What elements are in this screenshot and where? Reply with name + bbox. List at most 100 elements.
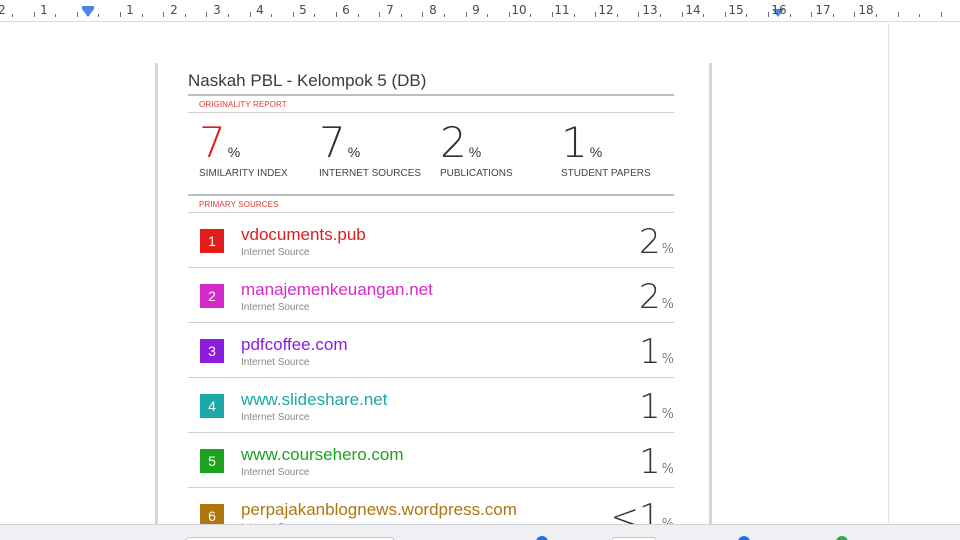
ruler-number: 2 (170, 3, 178, 17)
ruler-tick (336, 12, 337, 17)
source-row[interactable]: 4 www.slideshare.net Internet Source 1% (188, 378, 674, 433)
ruler-tick (34, 12, 35, 17)
ruler-tick (98, 14, 99, 17)
ruler-tick (185, 14, 186, 17)
source-type: Internet Source (241, 412, 310, 423)
ruler-tick (120, 12, 121, 17)
ruler-tick (422, 12, 423, 17)
source-percent: 1% (639, 388, 674, 434)
source-percent-value: 1 (639, 387, 661, 427)
source-percent: 1% (639, 443, 674, 489)
ruler-tick (617, 14, 618, 17)
originality-report: Naskah PBL - Kelompok 5 (DB) ORIGINALITY… (188, 63, 674, 524)
ruler-number: 12 (598, 3, 614, 17)
source-list: 1 vdocuments.pub Internet Source 2% 2 ma… (188, 213, 674, 524)
ruler-number: 9 (472, 3, 480, 17)
ruler-tick (682, 12, 683, 17)
source-name-link[interactable]: www.coursehero.com (241, 445, 404, 465)
stat-value: 2 (440, 118, 467, 167)
ruler-tick (163, 12, 164, 17)
ruler-number: 15 (728, 3, 744, 17)
stat-caption: PUBLICATIONS (440, 168, 513, 179)
ruler-tick (55, 14, 56, 17)
source-rank-badge: 5 (200, 449, 224, 473)
source-percent-sign: % (661, 352, 674, 367)
taskbar-app-icon[interactable] (836, 536, 848, 540)
source-row[interactable]: 2 manajemenkeuangan.net Internet Source … (188, 268, 674, 323)
ruler-number: 13 (642, 3, 658, 17)
ruler-number: 2 (0, 3, 6, 17)
source-type: Internet Source (241, 247, 310, 258)
source-name-link[interactable]: manajemenkeuangan.net (241, 280, 433, 300)
ruler-number: 17 (815, 3, 831, 17)
ruler-tick (487, 14, 488, 17)
ruler-tick (466, 12, 467, 17)
source-rank-badge: 2 (200, 284, 224, 308)
ruler-number: 18 (858, 3, 874, 17)
stat-caption: INTERNET SOURCES (319, 168, 422, 179)
source-row[interactable]: 3 pdfcoffee.com Internet Source 1% (188, 323, 674, 378)
ruler-tick (12, 14, 13, 17)
source-type: Internet Source (241, 357, 310, 368)
source-name-link[interactable]: www.slideshare.net (241, 390, 387, 410)
ruler-tick (574, 14, 575, 17)
document-page: Naskah PBL - Kelompok 5 (DB) ORIGINALITY… (155, 63, 712, 524)
ruler-tick (401, 14, 402, 17)
ruler-tick (638, 12, 639, 17)
stat-percent-sign: % (589, 144, 603, 160)
ruler-tick (833, 14, 834, 17)
ruler-tick (509, 12, 510, 17)
source-row[interactable]: 1 vdocuments.pub Internet Source 2% (188, 213, 674, 268)
ruler-tick (746, 14, 747, 17)
ruler-tick (919, 14, 920, 17)
source-type: Internet Source (241, 302, 310, 313)
horizontal-ruler[interactable]: 21123456789101112131415161718 (0, 0, 960, 22)
originality-report-label: ORIGINALITY REPORT (199, 100, 287, 109)
taskbar-app-icon[interactable] (738, 536, 750, 540)
source-name-link[interactable]: perpajakanblognews.wordpress.com (241, 500, 517, 520)
ruler-tick (206, 12, 207, 17)
ruler-tick (293, 12, 294, 17)
ruler-tick (444, 14, 445, 17)
ruler-tick (379, 12, 380, 17)
ruler-number: 14 (685, 3, 701, 17)
source-percent-sign: % (661, 407, 674, 422)
source-percent: 2% (639, 223, 674, 269)
source-row[interactable]: 5 www.coursehero.com Internet Source 1% (188, 433, 674, 488)
stat-percent-sign: % (347, 144, 361, 160)
ruler-number: 1 (126, 3, 134, 17)
ruler-tick (898, 12, 899, 17)
source-percent-value: 2 (639, 222, 661, 262)
ruler-number: 16 (771, 3, 787, 17)
source-name-link[interactable]: pdfcoffee.com (241, 335, 347, 355)
ruler-tick (228, 14, 229, 17)
source-name-link[interactable]: vdocuments.pub (241, 225, 366, 245)
stat-percent-sign: % (468, 144, 482, 160)
source-percent-sign: % (662, 517, 674, 524)
ruler-number: 4 (256, 3, 264, 17)
source-percent-value: 2 (639, 277, 661, 317)
ruler-tick (77, 12, 78, 17)
ruler-number: 10 (511, 3, 527, 17)
source-rank-badge: 6 (200, 504, 224, 524)
left-indent-marker[interactable] (82, 9, 94, 17)
ruler-tick (595, 12, 596, 17)
ruler-tick (811, 12, 812, 17)
right-gutter (888, 23, 960, 524)
source-percent-value: <1 (610, 497, 661, 524)
ruler-tick (876, 14, 877, 17)
stat-percent-sign: % (227, 144, 241, 160)
ruler-tick (768, 12, 769, 17)
source-percent-value: 1 (639, 332, 661, 372)
ruler-tick (314, 14, 315, 17)
primary-sources-label: PRIMARY SOURCES (199, 200, 279, 209)
stat-value: 7 (319, 118, 346, 167)
source-row[interactable]: 6 perpajakanblognews.wordpress.com Inter… (188, 488, 674, 524)
source-percent-value: 1 (639, 442, 661, 482)
ruler-tick (703, 14, 704, 17)
ruler-tick (725, 12, 726, 17)
ruler-tick (142, 14, 143, 17)
ruler-number: 1 (40, 3, 48, 17)
ruler-number: 5 (299, 3, 307, 17)
taskbar-app-icon[interactable] (536, 536, 548, 540)
